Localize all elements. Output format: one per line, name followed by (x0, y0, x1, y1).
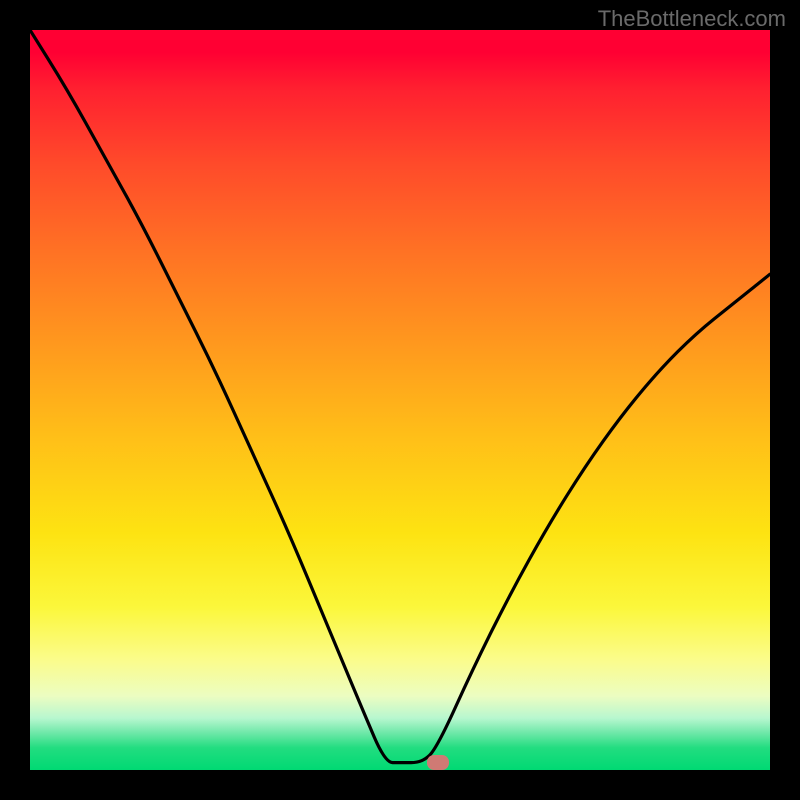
chart-frame: TheBottleneck.com (0, 0, 800, 800)
plot-area (30, 30, 770, 770)
optimal-point-marker (427, 755, 449, 770)
bottleneck-curve (30, 30, 770, 770)
watermark-text: TheBottleneck.com (598, 6, 786, 32)
